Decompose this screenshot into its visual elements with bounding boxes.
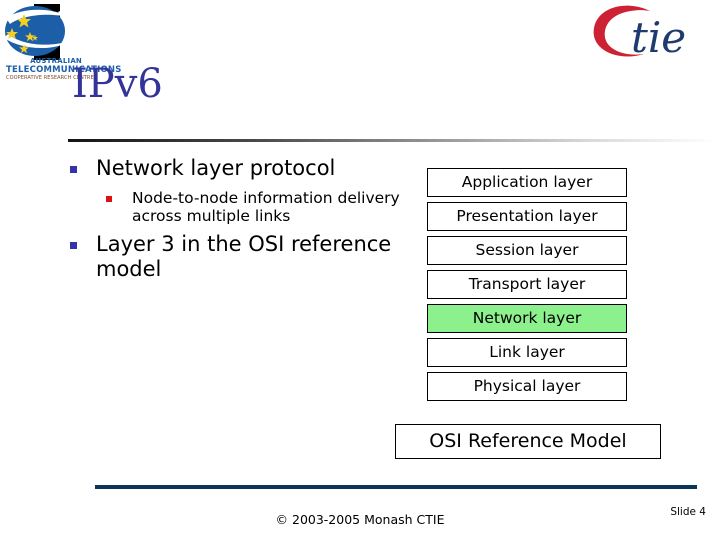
svg-text:tie: tie — [631, 13, 686, 62]
osi-layer-box: Presentation layer — [427, 202, 627, 231]
footer-divider — [95, 485, 697, 489]
ctie-logo-icon: tie — [593, 5, 686, 62]
bullet-item-level1: Network layer protocol — [62, 156, 414, 181]
osi-layer-box: Physical layer — [427, 372, 627, 401]
slide-number: Slide 4 — [670, 506, 706, 518]
title-divider — [68, 139, 716, 142]
osi-diagram-caption: OSI Reference Model — [395, 424, 661, 459]
page-title: IPv6 — [72, 61, 163, 107]
bullet-text: Node-to-node information delivery across… — [132, 188, 400, 226]
atcrc-logo-line3: COOPERATIVE RESEARCH CENTRE — [6, 75, 94, 81]
footer-copyright: © 2003-2005 Monash CTIE — [275, 512, 445, 527]
bullet-marker-red-icon — [106, 195, 112, 202]
osi-layer-box: Link layer — [427, 338, 627, 367]
bullet-text: Network layer protocol — [96, 156, 336, 180]
atcrc-logo-wordmark: AUSTRALIAN TELECOMMUNICATIONS COOPERATIV… — [6, 57, 122, 81]
atcrc-logo-line2: TELECOMMUNICATIONS — [6, 65, 122, 75]
atcrc-logo: AUSTRALIAN TELECOMMUNICATIONS COOPERATIV… — [4, 4, 122, 82]
osi-layer-box: Session layer — [427, 236, 627, 265]
osi-layer-box: Transport layer — [427, 270, 627, 299]
osi-layer-stack: Application layer Presentation layer Ses… — [427, 168, 627, 406]
atcrc-logo-line1: AUSTRALIAN — [30, 57, 82, 65]
bullet-item-level1: Layer 3 in the OSI reference model — [62, 232, 414, 282]
bullet-item-level2: Node-to-node information delivery across… — [62, 189, 414, 226]
osi-layer-box-highlighted: Network layer — [427, 304, 627, 333]
bullet-marker-blue-icon — [70, 241, 77, 249]
bullet-text: Layer 3 in the OSI reference model — [96, 231, 392, 281]
bullet-marker-blue-icon — [70, 166, 77, 173]
osi-layer-box: Application layer — [427, 168, 627, 197]
bullet-list: Network layer protocol Node-to-node info… — [62, 156, 414, 283]
atcrc-globe-icon — [4, 4, 72, 60]
